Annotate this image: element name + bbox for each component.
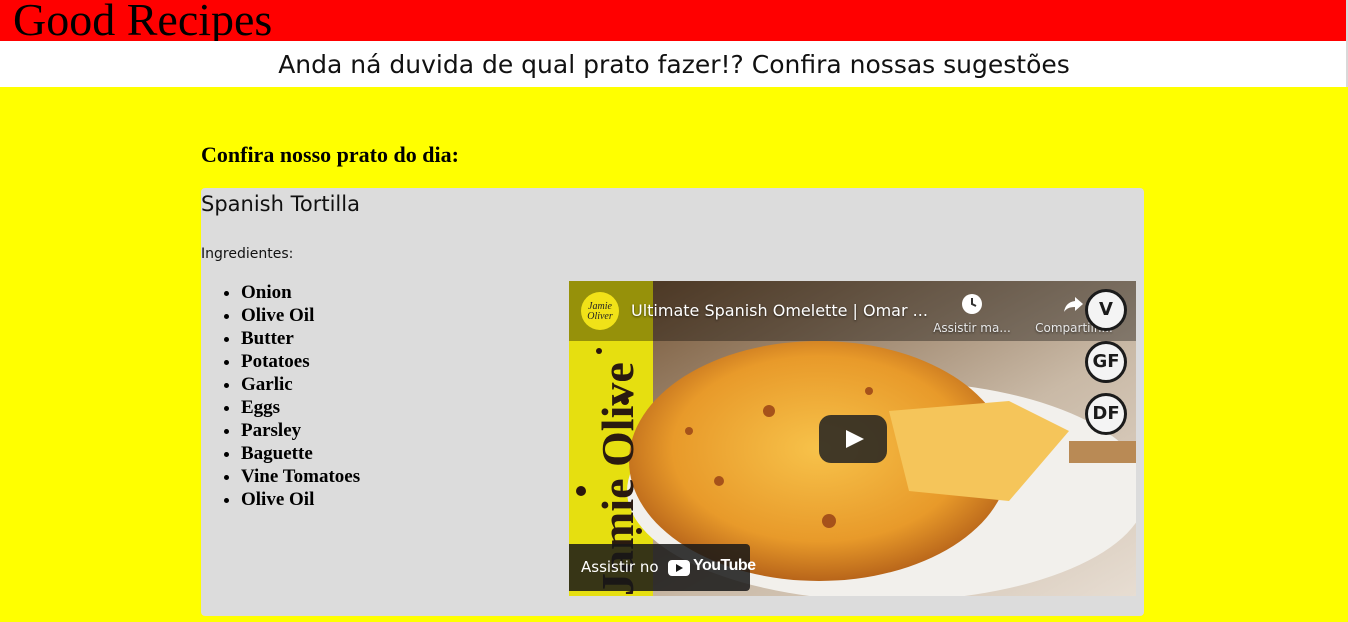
ingredient-item: Baguette <box>241 442 360 465</box>
youtube-wordmark: YouTube <box>693 557 756 574</box>
ingredient-item: Butter <box>241 327 360 350</box>
dairy-free-badge: DF <box>1085 393 1127 435</box>
gluten-free-badge: GF <box>1085 341 1127 383</box>
play-icon[interactable] <box>819 415 887 463</box>
youtube-logo-icon <box>668 560 690 576</box>
brand-title: Good Recipes <box>13 0 273 45</box>
tagline-bar: Anda ná duvida de qual prato fazer!? Con… <box>0 41 1348 87</box>
recipe-card: Spanish Tortilla Ingredientes: Onion Oli… <box>201 188 1144 616</box>
youtube-embed[interactable]: Jamie Olive Jamie Oliver Ultimate Spanis… <box>569 281 1136 596</box>
watch-later-label: Assistir ma... <box>933 321 1011 335</box>
ingredient-item: Potatoes <box>241 350 360 373</box>
dish-of-day-heading: Confira nosso prato do dia: <box>201 142 459 167</box>
ingredient-item: Olive Oil <box>241 488 360 511</box>
watch-later-button[interactable]: Assistir ma... <box>927 293 1017 335</box>
vegetarian-badge: V <box>1085 289 1127 331</box>
tagline: Anda ná duvida de qual prato fazer!? Con… <box>278 50 1070 79</box>
site-header: Good Recipes <box>0 0 1348 45</box>
ingredient-item: Garlic <box>241 373 360 396</box>
watch-on-youtube-button[interactable]: Assistir no YouTube <box>569 544 756 591</box>
watch-on-label: Assistir no <box>581 558 659 576</box>
ingredient-item: Olive Oil <box>241 304 360 327</box>
ingredient-item: Vine Tomatoes <box>241 465 360 488</box>
clock-icon <box>927 293 1017 317</box>
video-title[interactable]: Ultimate Spanish Omelette | Omar ... <box>631 301 928 320</box>
ingredient-item: Onion <box>241 281 360 304</box>
main-content: Confira nosso prato do dia: Spanish Tort… <box>201 140 1144 616</box>
ingredient-item: Parsley <box>241 419 360 442</box>
ingredients-label: Ingredientes: <box>201 246 294 262</box>
ingredients-list: Onion Olive Oil Butter Potatoes Garlic E… <box>201 281 360 511</box>
ingredient-item: Eggs <box>241 396 360 419</box>
dish-name: Spanish Tortilla <box>201 192 360 216</box>
channel-avatar[interactable]: Jamie Oliver <box>581 292 619 330</box>
